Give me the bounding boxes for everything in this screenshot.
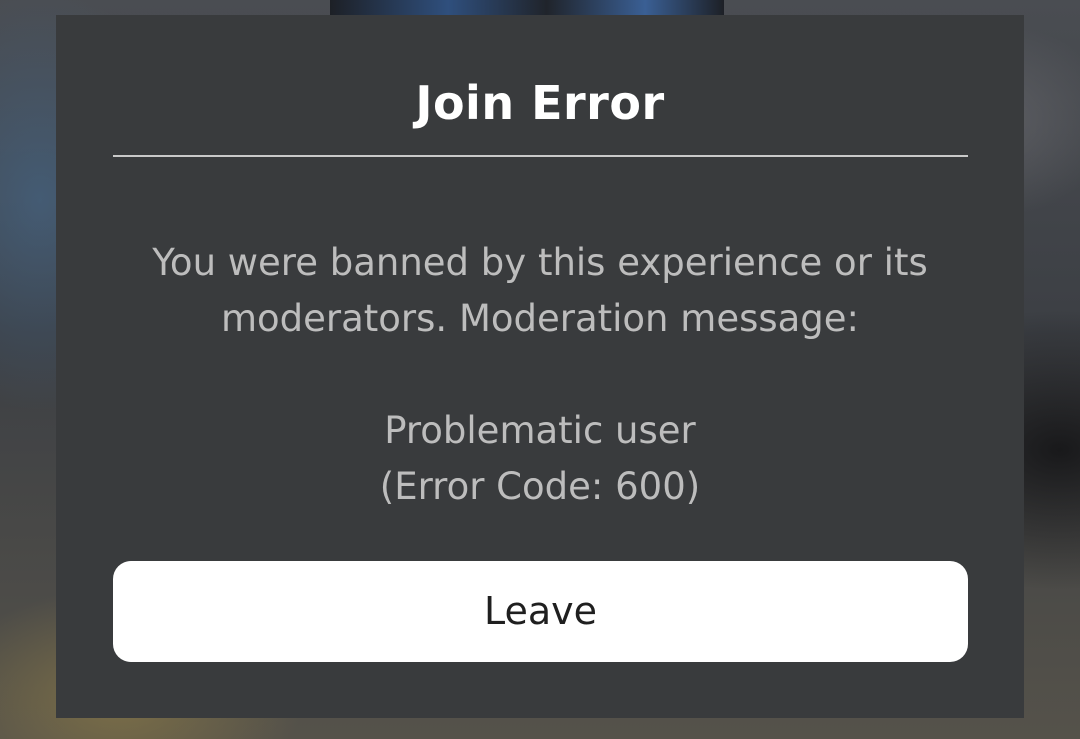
dialog-title: Join Error	[415, 76, 665, 130]
leave-button[interactable]: Leave	[113, 561, 968, 662]
game-background-detail	[330, 0, 724, 16]
moderation-details: Problematic user (Error Code: 600)	[116, 403, 964, 515]
title-divider	[113, 155, 968, 157]
error-code: (Error Code: 600)	[379, 465, 701, 508]
moderation-message: Problematic user	[384, 409, 696, 452]
ban-message: You were banned by this experience or it…	[152, 241, 928, 340]
join-error-dialog: Join Error You were banned by this exper…	[56, 15, 1024, 718]
